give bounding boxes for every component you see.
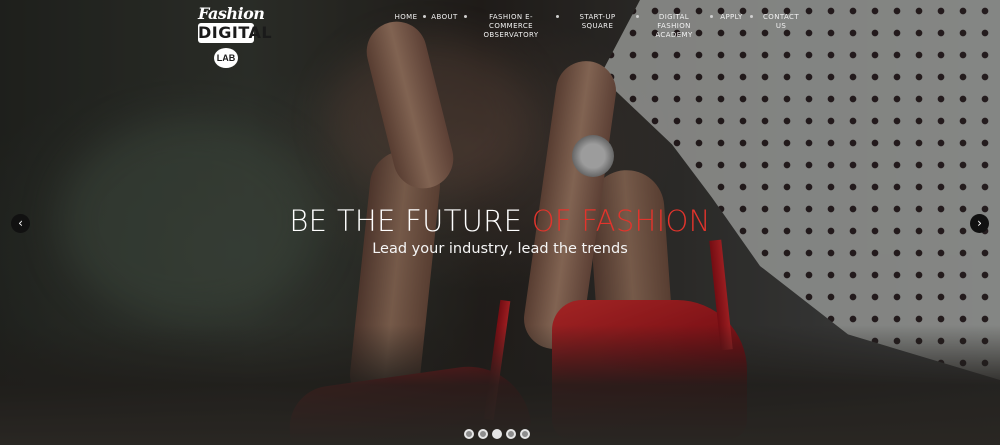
main-nav: HOME ABOUT FASHION E-COMMERCE OBSERVATOR… <box>0 13 1000 43</box>
nav-separator <box>750 15 753 18</box>
chevron-right-icon: › <box>977 216 982 230</box>
hero-headline-accent: OF FASHION <box>531 204 711 238</box>
nav-separator <box>423 15 426 18</box>
nav-item-observatory[interactable]: FASHION E-COMMERCE OBSERVATORY <box>472 13 550 40</box>
slider-dot[interactable] <box>520 429 530 439</box>
chevron-left-icon: ‹ <box>18 216 23 230</box>
nav-separator <box>464 15 467 18</box>
hero-subheadline: Lead your industry, lead the trends <box>372 241 628 257</box>
slider-dot-active[interactable] <box>492 429 502 439</box>
hero-headline: BE THE FUTURE OF FASHION <box>0 204 1000 238</box>
nav-separator <box>710 15 713 18</box>
hero-headline-main: BE THE FUTURE <box>289 204 532 238</box>
nav-item-contact-us[interactable]: CONTACT US <box>757 13 805 31</box>
nav-item-apply[interactable]: APPLY <box>718 13 745 22</box>
slider-prev-button[interactable]: ‹ <box>11 214 30 233</box>
nav-item-startup-square[interactable]: START-UP SQUARE <box>564 13 631 31</box>
nav-item-academy[interactable]: DIGITAL FASHION ACADEMY <box>643 13 705 40</box>
nav-item-home[interactable]: HOME <box>393 13 419 22</box>
logo-text-lab: LAB <box>214 48 238 68</box>
nav-separator <box>556 15 559 18</box>
slider-next-button[interactable]: › <box>970 214 989 233</box>
slider-dot[interactable] <box>464 429 474 439</box>
nav-item-about[interactable]: ABOUT <box>430 13 459 22</box>
nav-separator <box>636 15 639 18</box>
slider-dot[interactable] <box>478 429 488 439</box>
slider-dot[interactable] <box>506 429 516 439</box>
